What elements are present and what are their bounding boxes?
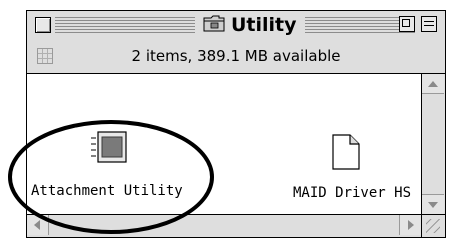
zoom-box-button[interactable]	[399, 16, 415, 32]
vertical-scrollbar[interactable]	[421, 74, 445, 214]
item-label[interactable]: Attachment Utility	[31, 183, 183, 199]
item-label[interactable]: MAID Driver HS	[293, 185, 411, 201]
folder-icon	[203, 14, 225, 36]
finder-window: Utility 2 items, 389.1 MB available Atta…	[26, 10, 446, 238]
window-info-bar: 2 items, 389.1 MB available	[27, 39, 445, 74]
folder-content-area[interactable]: Attachment Utility MAID Driver HS	[27, 74, 421, 214]
window-title-group: Utility	[195, 14, 305, 36]
horizontal-scrollbar[interactable]	[27, 214, 421, 237]
application-icon[interactable]	[89, 128, 127, 166]
scroll-up-arrow-icon[interactable]	[422, 74, 444, 94]
resize-grow-box[interactable]	[421, 214, 445, 237]
title-bar[interactable]: Utility	[27, 11, 445, 40]
close-box-button[interactable]	[35, 17, 51, 33]
scroll-left-arrow-icon[interactable]	[27, 215, 49, 235]
document-icon[interactable]	[332, 134, 360, 170]
collapse-box-button[interactable]	[421, 16, 437, 32]
scroll-right-arrow-icon[interactable]	[399, 215, 421, 235]
scroll-down-arrow-icon[interactable]	[422, 194, 444, 214]
window-title: Utility	[231, 14, 297, 36]
items-available-status: 2 items, 389.1 MB available	[131, 47, 341, 65]
